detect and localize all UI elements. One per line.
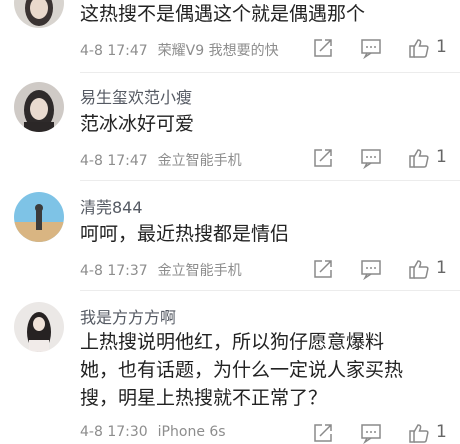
like-count: 1 <box>436 422 447 442</box>
comment-text: 这热搜不是偶遇这个就是偶遇那个 <box>80 3 366 25</box>
like-count: 1 <box>436 258 447 278</box>
reply-icon[interactable] <box>360 258 382 280</box>
comment-text: 她，也有话题，为什么一定说人家买热 <box>80 359 404 381</box>
comment-meta: 4-8 17:47 荣耀V9 我想要的快 <box>80 40 279 60</box>
comment-text: 上热搜说明他红，所以狗仔愿意爆料 <box>80 331 385 353</box>
comment-date: 4-8 17:37 <box>80 263 148 279</box>
repost-icon[interactable] <box>312 147 334 169</box>
like-icon[interactable] <box>408 147 430 169</box>
like-icon[interactable] <box>408 37 430 59</box>
comment-meta: 4-8 17:37 金立智能手机 <box>80 260 242 280</box>
comment-device: 荣耀V9 我想要的快 <box>157 43 279 59</box>
comment-item: 我是方方方啊 上热搜说明他红，所以狗仔愿意爆料 她，也有话题，为什么一定说人家买… <box>0 290 460 444</box>
comment-text: 呵呵，最近热搜都是情侣 <box>80 223 290 245</box>
comment-date: 4-8 17:47 <box>80 43 148 59</box>
repost-icon[interactable] <box>312 422 334 444</box>
avatar[interactable] <box>14 302 64 352</box>
avatar[interactable] <box>14 82 64 132</box>
comment-date: 4-8 17:30 <box>80 424 148 440</box>
comment-device: 金立智能手机 <box>157 153 242 169</box>
comment-date: 4-8 17:47 <box>80 153 148 169</box>
username[interactable]: 清莞844 <box>80 194 143 218</box>
username[interactable]: 我是方方方啊 <box>80 304 176 328</box>
like-count: 1 <box>436 147 447 167</box>
like-count: 1 <box>436 37 447 57</box>
username[interactable]: 易生玺欢范小瘦 <box>80 84 192 108</box>
repost-icon[interactable] <box>312 37 334 59</box>
comment-meta: 4-8 17:47 金立智能手机 <box>80 150 242 170</box>
comment-meta: 4-8 17:30 iPhone 6s <box>80 424 226 440</box>
comment-item: 这热搜不是偶遇这个就是偶遇那个 4-8 17:47 荣耀V9 我想要的快 1 <box>0 0 460 72</box>
avatar[interactable] <box>14 0 64 28</box>
comment-text: 范冰冰好可爱 <box>80 113 195 135</box>
comment-item: 易生玺欢范小瘦 范冰冰好可爱 4-8 17:47 金立智能手机 1 <box>0 72 460 180</box>
reply-icon[interactable] <box>360 422 382 444</box>
comment-item: 清莞844 呵呵，最近热搜都是情侣 4-8 17:37 金立智能手机 1 <box>0 180 460 290</box>
comment-device: iPhone 6s <box>157 424 226 440</box>
comment-text: 搜，明星上热搜就不正常了？ <box>80 387 328 409</box>
reply-icon[interactable] <box>360 37 382 59</box>
reply-icon[interactable] <box>360 147 382 169</box>
comment-device: 金立智能手机 <box>157 263 242 279</box>
like-icon[interactable] <box>408 422 430 444</box>
repost-icon[interactable] <box>312 258 334 280</box>
like-icon[interactable] <box>408 258 430 280</box>
avatar[interactable] <box>14 192 64 242</box>
